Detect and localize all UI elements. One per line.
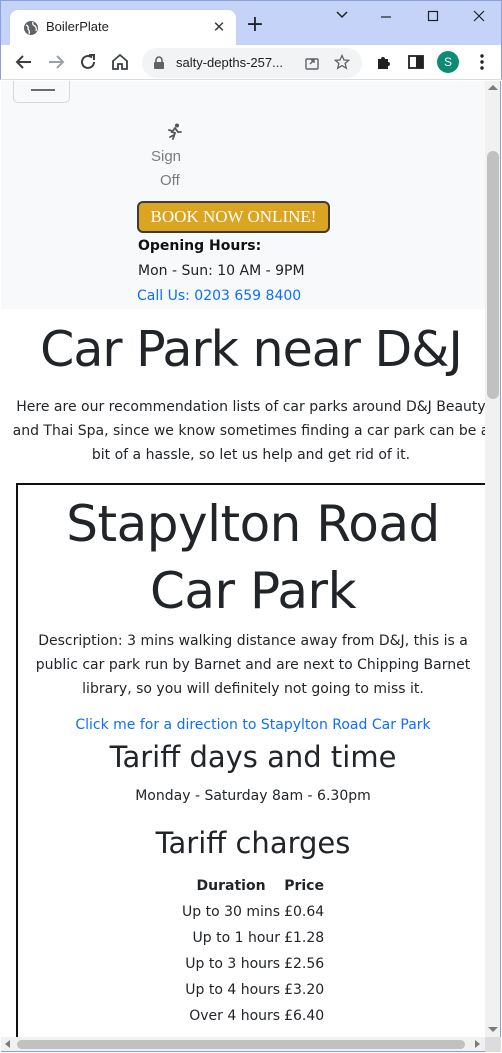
back-arrow-icon[interactable] bbox=[13, 51, 35, 73]
maximize-icon[interactable] bbox=[418, 5, 448, 27]
table-header-row: Duration Price bbox=[180, 873, 326, 899]
scroll-right-arrow-icon[interactable] bbox=[475, 1040, 480, 1048]
home-icon[interactable] bbox=[109, 51, 131, 73]
table-row: Over 4 hours £6.40 bbox=[180, 1003, 326, 1029]
opening-hours-text: Mon - Sun: 10 AM - 9PM bbox=[138, 263, 305, 279]
duration-column-header: Duration bbox=[196, 878, 266, 894]
sign-off-link-line2[interactable]: Off bbox=[160, 172, 180, 189]
tariff-days-heading: Tariff days and time bbox=[109, 740, 397, 774]
scroll-up-arrow-icon[interactable] bbox=[488, 85, 498, 90]
horizontal-scroll-thumb[interactable] bbox=[17, 1040, 465, 1049]
price-cell: £2.56 bbox=[284, 956, 325, 972]
lock-icon bbox=[154, 56, 164, 69]
vertical-scrollbar[interactable] bbox=[485, 81, 501, 1037]
minimize-icon[interactable] bbox=[371, 5, 401, 27]
share-icon[interactable] bbox=[304, 55, 320, 71]
menu-kebab-icon[interactable] bbox=[471, 51, 493, 73]
car-park-description: Description: 3 mins walking distance awa… bbox=[35, 633, 471, 697]
browser-toolbar: salty-depths-257... S bbox=[0, 45, 502, 80]
direction-link[interactable]: Click me for a direction to Stapylton Ro… bbox=[18, 717, 485, 733]
page-title: Car Park near D&J bbox=[40, 321, 463, 378]
car-park-title: Stapylton Road Car Park bbox=[66, 495, 440, 620]
opening-hours-title: Opening Hours: bbox=[138, 238, 262, 254]
forward-arrow-icon[interactable] bbox=[45, 51, 67, 73]
browser-tab[interactable]: BoilerPlate ✕ bbox=[10, 10, 236, 46]
site-header: Sign Off BOOK NOW ONLINE! Opening Hours:… bbox=[1, 81, 485, 309]
url-text: salty-depths-257... bbox=[176, 55, 283, 70]
table-row: Up to 3 hours £2.56 bbox=[180, 951, 326, 977]
table-row: Up to 1 hour £1.28 bbox=[180, 925, 326, 951]
price-cell: £0.64 bbox=[284, 904, 325, 920]
table-row: Up to 30 mins £0.64 bbox=[180, 899, 326, 925]
close-tab-icon[interactable]: ✕ bbox=[210, 18, 228, 36]
duration-cell: Up to 30 mins bbox=[182, 904, 281, 920]
vertical-scroll-thumb[interactable] bbox=[487, 151, 499, 399]
scroll-left-arrow-icon[interactable] bbox=[5, 1040, 10, 1048]
table-row: Up to 4 hours £3.20 bbox=[180, 977, 326, 1003]
tab-title: BoilerPlate bbox=[46, 19, 109, 34]
tariff-days-text: Monday - Saturday 8am - 6.30pm bbox=[135, 788, 371, 804]
globe-icon bbox=[24, 21, 38, 35]
call-us-link[interactable]: Call Us: 0203 659 8400 bbox=[137, 288, 301, 304]
bookmark-star-icon[interactable] bbox=[334, 54, 350, 70]
close-window-icon[interactable] bbox=[464, 5, 494, 27]
tab-search-icon[interactable] bbox=[327, 5, 357, 27]
book-now-button[interactable]: BOOK NOW ONLINE! bbox=[137, 201, 330, 233]
duration-cell: Up to 3 hours bbox=[185, 956, 281, 972]
scrollbar-corner bbox=[485, 1037, 501, 1052]
price-cell: £3.20 bbox=[284, 982, 325, 998]
price-cell: £1.28 bbox=[284, 930, 325, 946]
car-park-card: Stapylton Road Car Park Description: 3 m… bbox=[16, 483, 485, 1037]
duration-cell: Up to 1 hour bbox=[192, 930, 281, 946]
profile-avatar[interactable]: S bbox=[437, 51, 459, 73]
price-cell: £6.40 bbox=[284, 1008, 325, 1024]
reload-icon[interactable] bbox=[77, 51, 99, 73]
price-column-header: Price bbox=[284, 878, 324, 894]
intro-paragraph: Here are our recommendation lists of car… bbox=[12, 399, 485, 463]
sign-off-link[interactable]: Sign bbox=[151, 148, 181, 165]
tariff-table: Duration Price Up to 30 mins £0.64 Up to… bbox=[180, 873, 326, 1029]
page-viewport: Sign Off BOOK NOW ONLINE! Opening Hours:… bbox=[1, 81, 485, 1037]
browser-titlebar: BoilerPlate ✕ + bbox=[0, 0, 502, 46]
horizontal-scrollbar[interactable] bbox=[1, 1037, 485, 1052]
tariff-charges-heading: Tariff charges bbox=[155, 826, 351, 860]
scroll-down-arrow-icon[interactable] bbox=[488, 1027, 498, 1032]
running-person-icon[interactable] bbox=[167, 123, 183, 141]
address-bar[interactable]: salty-depths-257... bbox=[142, 48, 362, 78]
new-tab-icon[interactable]: + bbox=[245, 14, 265, 37]
duration-cell: Over 4 hours bbox=[189, 1008, 281, 1024]
navbar-toggler-button[interactable] bbox=[13, 81, 70, 103]
duration-cell: Up to 4 hours bbox=[185, 982, 281, 998]
side-panel-icon[interactable] bbox=[405, 51, 427, 73]
extensions-puzzle-icon[interactable] bbox=[373, 51, 395, 73]
